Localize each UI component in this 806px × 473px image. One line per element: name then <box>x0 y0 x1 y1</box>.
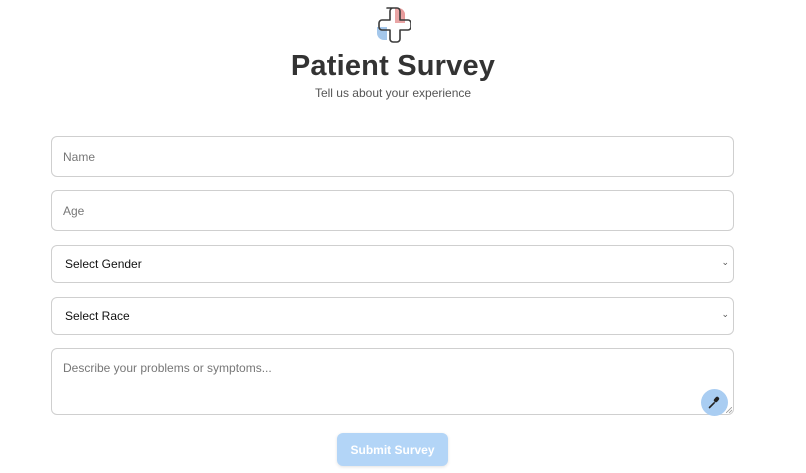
age-input[interactable] <box>51 190 734 231</box>
gender-select[interactable]: Select Gender ⌄ <box>51 245 734 283</box>
problems-textarea[interactable] <box>51 348 734 415</box>
submit-survey-button[interactable]: Submit Survey <box>337 433 448 466</box>
microphone-icon <box>708 396 720 409</box>
medical-cross-icon <box>377 7 411 43</box>
page-title: Patient Survey <box>290 50 496 82</box>
chevron-down-icon: ⌄ <box>721 257 729 267</box>
race-select[interactable]: Select Race ⌄ <box>51 297 734 335</box>
page-subtitle: Tell us about your experience <box>314 86 472 100</box>
microphone-button[interactable] <box>701 389 728 416</box>
resize-handle-icon[interactable] <box>726 407 732 413</box>
chevron-down-icon: ⌄ <box>721 309 729 319</box>
problems-field-wrapper <box>51 348 734 416</box>
name-input[interactable] <box>51 136 734 177</box>
survey-page: Patient Survey Tell us about your experi… <box>0 0 806 473</box>
gender-select-value: Select Gender <box>65 257 142 271</box>
race-select-value: Select Race <box>65 309 130 323</box>
